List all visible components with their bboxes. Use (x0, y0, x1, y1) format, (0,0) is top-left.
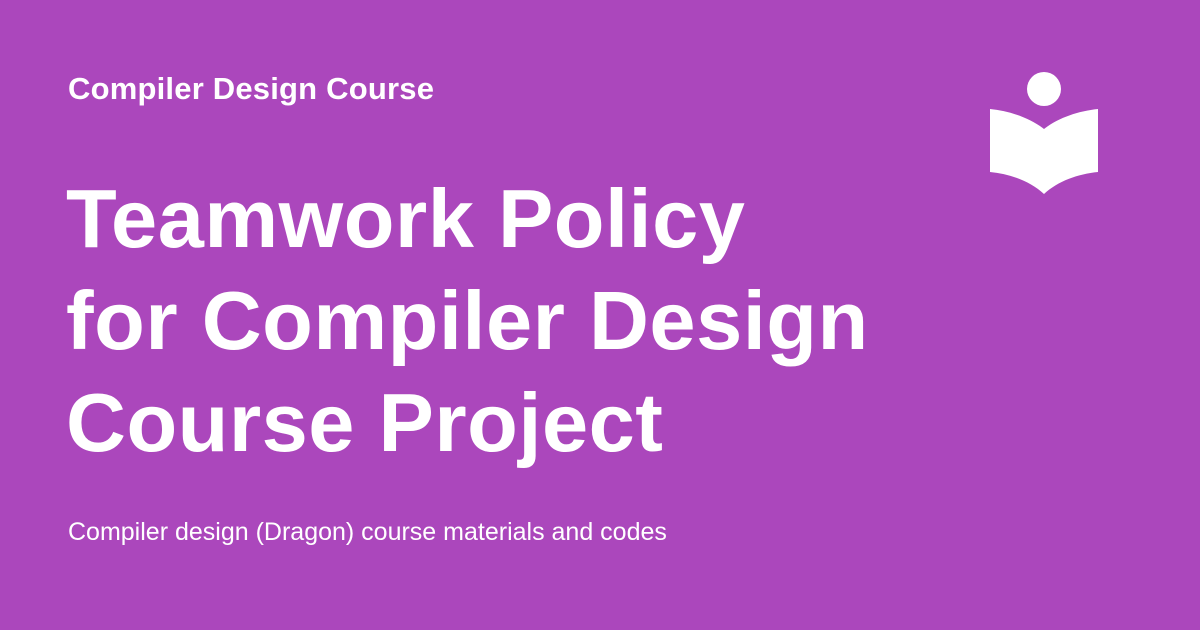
social-card: Compiler Design Course Teamwork Policy f… (0, 0, 1200, 630)
reader-book-icon (990, 72, 1098, 194)
page-description: Compiler design (Dragon) course material… (68, 518, 667, 546)
page-title: Teamwork Policy for Compiler Design Cour… (66, 168, 946, 474)
site-name: Compiler Design Course (68, 71, 435, 106)
page-title-line: Teamwork Policy (66, 172, 746, 265)
page-title-line: for Compiler Design (66, 274, 869, 367)
page-title-line: Course Project (66, 376, 664, 469)
